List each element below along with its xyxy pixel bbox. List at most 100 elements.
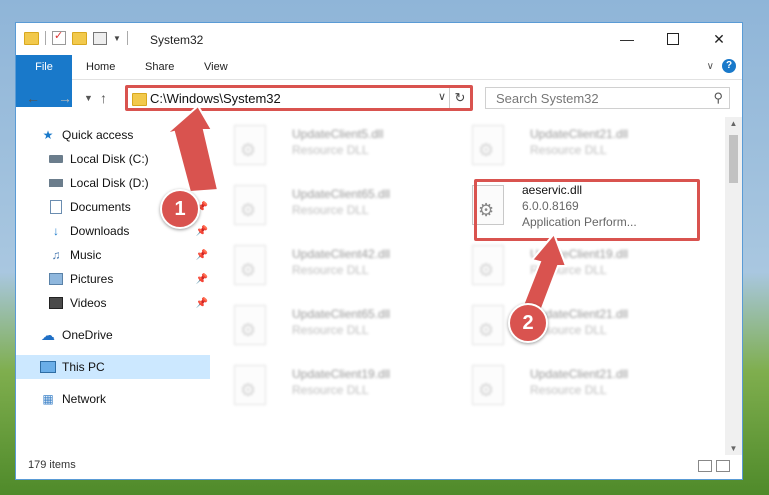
file-name: UpdateClient65.dll (292, 187, 391, 201)
pin-icon[interactable]: 📌 (196, 226, 208, 237)
file-type: Resource DLL (292, 383, 369, 397)
videos-icon (48, 296, 64, 310)
window-title: System32 (150, 33, 204, 47)
sidebar-item-label: Music (70, 248, 102, 262)
pictures-icon (48, 272, 64, 286)
file-type: Resource DLL (292, 143, 369, 157)
file-type: Resource DLL (530, 263, 607, 277)
file-item[interactable]: ⚙ UpdateClient21.dll Resource DLL (460, 301, 680, 353)
customize-toolbar-dropdown-icon[interactable]: ▼ (113, 34, 121, 43)
scroll-up-icon[interactable]: ▲ (725, 119, 742, 128)
refresh-icon[interactable]: ↻ (449, 88, 470, 108)
drive-icon (48, 152, 64, 166)
sidebar-item-videos[interactable]: Videos 📌 (16, 291, 210, 315)
vertical-scrollbar[interactable]: ▲ ▼ (725, 117, 742, 455)
pin-icon[interactable]: 📌 (196, 274, 208, 285)
step-badge-2: 2 (508, 303, 548, 343)
file-list: ⚙ UpdateClient5.dll Resource DLL ⚙ Updat… (212, 117, 726, 439)
sidebar-item-network[interactable]: ▦ Network (16, 387, 210, 411)
documents-icon (48, 200, 64, 214)
network-icon: ▦ (42, 392, 54, 406)
dll-file-icon: ⚙ (234, 365, 266, 405)
maximize-button[interactable] (650, 23, 696, 55)
drive-icon (48, 176, 64, 190)
file-type: Resource DLL (292, 323, 369, 337)
file-type: Resource DLL (292, 203, 369, 217)
large-icons-view-icon[interactable] (716, 460, 730, 472)
pin-icon[interactable]: 📌 (196, 154, 208, 165)
pin-icon[interactable]: 📌 (196, 178, 208, 189)
sidebar-item-onedrive[interactable]: ☁ OneDrive (16, 323, 210, 347)
file-name: UpdateClient5.dll (292, 127, 384, 141)
status-bar: 179 items (16, 455, 742, 479)
tab-home[interactable]: Home (86, 55, 115, 79)
pin-icon[interactable]: 📌 (196, 298, 208, 309)
dll-file-icon: ⚙ (472, 245, 504, 285)
file-name: UpdateClient19.dll (292, 367, 391, 381)
file-item[interactable]: ⚙ UpdateClient5.dll Resource DLL (222, 121, 442, 173)
file-item[interactable]: ⚙ UpdateClient42.dll Resource DLL (222, 241, 442, 293)
search-icon[interactable]: ⚲ (713, 90, 723, 106)
minimize-button[interactable]: — (604, 23, 650, 55)
dll-file-icon: ⚙ (472, 125, 504, 165)
back-arrow-icon[interactable]: ← (26, 90, 40, 106)
folder-icon (132, 93, 147, 106)
dll-file-icon: ⚙ (234, 125, 266, 165)
sidebar-item-quick-access[interactable]: ★ Quick access (16, 123, 210, 147)
sidebar-item-pictures[interactable]: Pictures 📌 (16, 267, 210, 291)
scroll-thumb[interactable] (729, 135, 738, 183)
sidebar-item-this-pc[interactable]: This PC (16, 355, 210, 379)
file-item[interactable]: ⚙ UpdateClient21.dll Resource DLL (460, 361, 680, 413)
scroll-down-icon[interactable]: ▼ (725, 444, 742, 453)
file-item[interactable]: ⚙ UpdateClient21.dll Resource DLL (460, 121, 680, 173)
sidebar-item-label: Local Disk (D:) (70, 176, 149, 190)
properties-check-icon[interactable] (52, 29, 66, 45)
file-name: UpdateClient19.dll (530, 247, 629, 261)
search-input[interactable]: Search System32 (496, 91, 599, 106)
sidebar-item-local-disk-c[interactable]: Local Disk (C:) 📌 (16, 147, 210, 171)
music-icon: ♫ (51, 248, 61, 262)
tab-share[interactable]: Share (145, 55, 174, 79)
ribbon: File Home Share View ∨ ? (16, 55, 742, 107)
highlight-box (474, 179, 700, 241)
maximize-icon (667, 33, 679, 45)
up-arrow-icon[interactable]: ↑ (100, 90, 107, 106)
view-switcher (698, 460, 730, 472)
dll-file-icon: ⚙ (234, 245, 266, 285)
file-type: Resource DLL (530, 383, 607, 397)
address-bar[interactable]: C:\Windows\System32 ∨ ↻ (125, 85, 473, 111)
recent-locations-dropdown-icon[interactable]: ▼ (84, 93, 93, 103)
dll-file-icon: ⚙ (472, 305, 504, 345)
pin-icon[interactable]: 📌 (196, 250, 208, 261)
search-box[interactable]: Search System32 ⚲ (485, 87, 730, 109)
tab-view[interactable]: View (204, 55, 228, 79)
sidebar-item-music[interactable]: ♫ Music 📌 (16, 243, 210, 267)
address-dropdown-icon[interactable]: ∨ (438, 90, 446, 103)
file-type: Resource DLL (292, 263, 369, 277)
quick-access-toolbar: ▼ (24, 29, 128, 45)
sidebar-item-label: Quick access (62, 128, 134, 142)
forward-arrow-icon[interactable]: → (58, 90, 72, 106)
dll-file-icon: ⚙ (234, 305, 266, 345)
file-name: UpdateClient42.dll (292, 247, 391, 261)
explorer-window: ▼ System32 — ✕ File Home Share View ∨ ? … (15, 22, 743, 480)
sidebar-item-label: Network (62, 392, 107, 406)
file-item[interactable]: ⚙ UpdateClient19.dll Resource DLL (222, 361, 442, 413)
properties-icon[interactable] (93, 31, 107, 45)
file-item[interactable]: ⚙ UpdateClient19.dll Resource DLL (460, 241, 680, 293)
close-button[interactable]: ✕ (696, 23, 742, 55)
help-icon[interactable]: ? (722, 59, 736, 73)
ribbon-right: ∨ ? (707, 59, 736, 73)
sidebar-item-label: This PC (62, 360, 105, 374)
file-name: UpdateClient21.dll (530, 367, 629, 381)
details-view-icon[interactable] (698, 460, 712, 472)
new-folder-icon[interactable] (72, 31, 87, 45)
file-item[interactable]: ⚙ UpdateClient65.dll Resource DLL (222, 301, 442, 353)
divider (45, 31, 46, 45)
computer-icon (40, 360, 56, 374)
dll-file-icon: ⚙ (234, 185, 266, 225)
file-item[interactable]: ⚙ UpdateClient65.dll Resource DLL (222, 181, 442, 233)
address-path[interactable]: C:\Windows\System32 (150, 91, 281, 106)
expand-ribbon-chevron-icon[interactable]: ∨ (707, 61, 714, 72)
cloud-icon: ☁ (41, 326, 55, 343)
